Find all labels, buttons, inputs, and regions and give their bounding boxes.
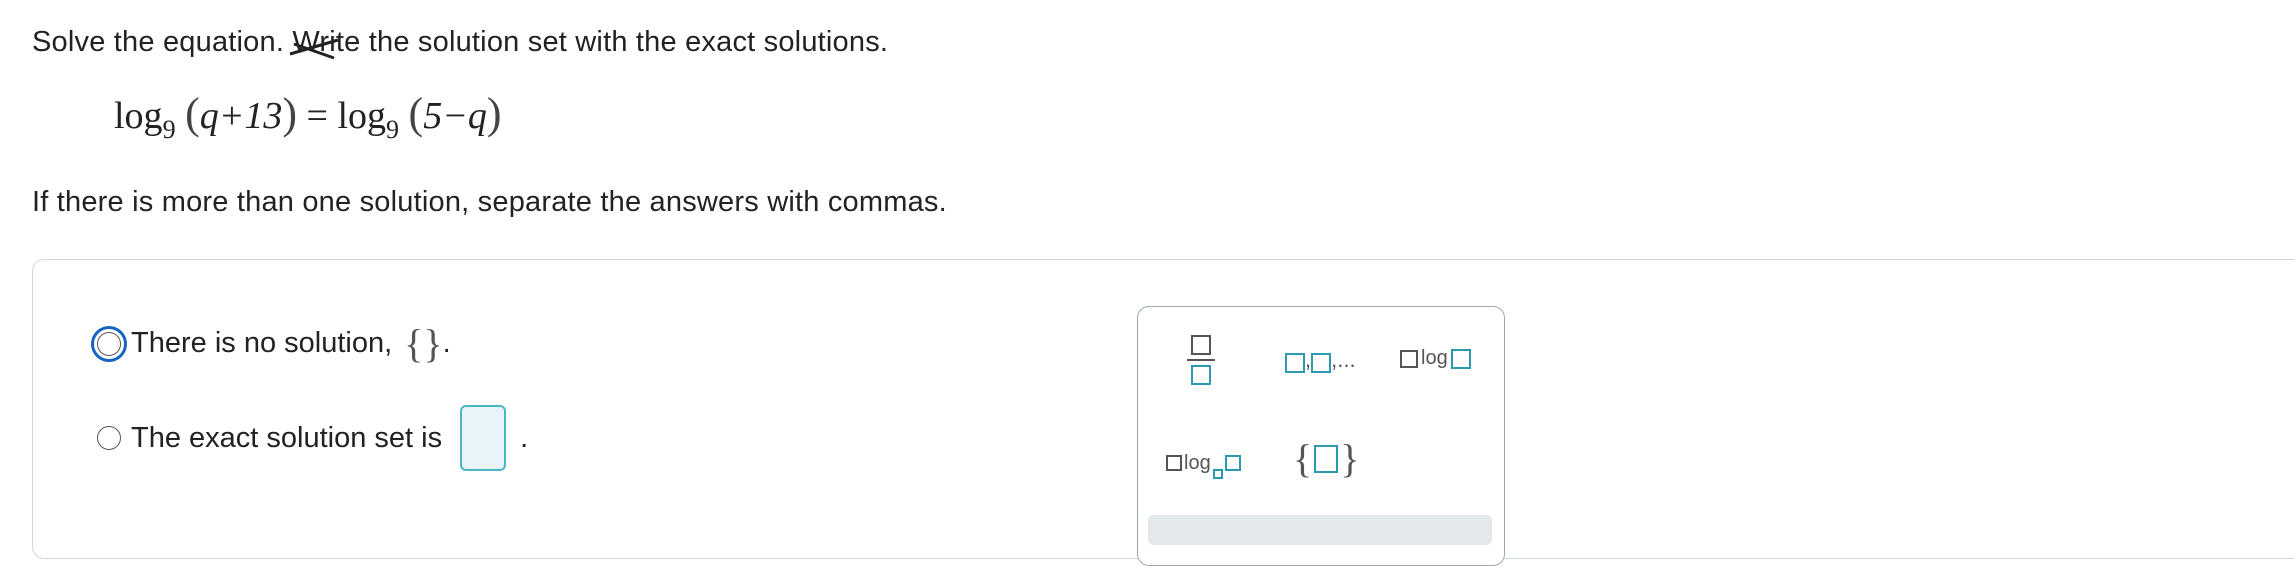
equation: log9 (q+13) = log9 (5−q) [114,89,502,144]
prompt-text-after: the solution set with the exact solution… [360,26,889,58]
option-exact-solution-set[interactable]: The exact solution set is . [97,405,528,471]
palette-footer-bar [1148,515,1492,545]
question-prompt: Solve the equation. Write the solution s… [32,26,889,60]
solution-set-input[interactable] [460,405,507,471]
radio-no-solution[interactable] [91,325,127,362]
logb-value-box-icon [1224,455,1241,471]
instructions-text: If there is more than one solution, sepa… [32,186,947,218]
math-palette: ,,... log log {} [1137,306,1505,566]
log-base-left: 9 [162,115,176,144]
radio-exact-solution-set[interactable] [97,426,121,450]
list-box-icon [1285,353,1305,373]
no-solution-label: There is no solution, [131,327,393,359]
prompt-text-before: Solve the equation. [32,26,293,58]
list-button[interactable]: ,,... [1285,347,1356,373]
set-box-icon [1314,444,1339,473]
log-button[interactable]: log [1400,347,1471,370]
logb-base-box-icon [1212,469,1223,479]
log-argument-box-icon [1400,349,1418,368]
log-base-button[interactable]: log [1166,447,1241,479]
set-braces-button[interactable]: {} [1293,435,1359,482]
log-value-box-icon [1450,348,1471,369]
equals-sign: = [306,95,328,137]
list-box-icon [1311,353,1332,373]
logb-argument-box-icon [1166,455,1182,471]
scribble-mark [289,38,339,60]
denominator-box-icon [1191,365,1211,385]
left-argument: q+13 [199,95,283,137]
right-argument: 5−q [423,95,487,137]
exact-set-label: The exact solution set is [131,421,443,454]
fraction-button[interactable] [1186,335,1216,385]
numerator-box-icon [1191,335,1211,355]
option-no-solution[interactable]: There is no solution, {} . [91,320,451,367]
struck-word: Write [289,26,360,60]
empty-set-symbol: {} [404,321,443,366]
log-base-right: 9 [386,115,400,144]
